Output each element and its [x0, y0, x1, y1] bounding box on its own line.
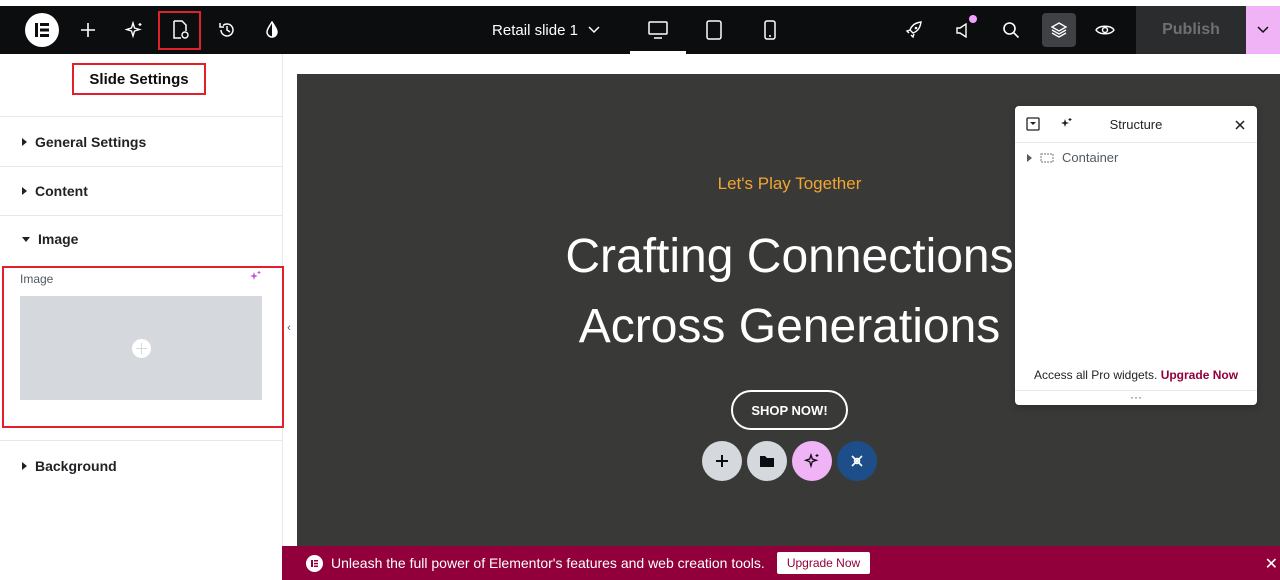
page-settings-highlight — [158, 11, 201, 50]
notification-dot — [969, 15, 977, 23]
ai-sparkle-icon[interactable] — [114, 6, 154, 54]
section-background[interactable]: Background — [0, 440, 283, 490]
rocket-icon[interactable] — [894, 6, 934, 54]
section-content[interactable]: Content — [0, 166, 283, 215]
section-label: Content — [35, 183, 88, 199]
structure-item-container[interactable]: Container — [1027, 150, 1118, 165]
publish-button[interactable]: Publish — [1136, 6, 1246, 54]
upgrade-banner: Unleash the full power of Elementor's fe… — [282, 546, 1280, 580]
folder-icon[interactable] — [747, 441, 787, 481]
close-icon[interactable]: ✕ — [1265, 554, 1278, 574]
publish-chevron-icon[interactable] — [1246, 6, 1280, 54]
add-icon[interactable] — [68, 6, 108, 54]
whats-new-icon[interactable] — [943, 6, 983, 54]
elementor-logo-icon[interactable] — [25, 13, 59, 47]
section-general-settings[interactable]: General Settings — [0, 116, 283, 166]
add-section-icon[interactable] — [702, 441, 742, 481]
caret-right-icon — [22, 187, 27, 195]
template-kit-icon[interactable] — [837, 441, 877, 481]
caret-right-icon — [22, 137, 27, 146]
preview-eye-icon[interactable] — [1085, 6, 1125, 54]
caret-right-icon — [22, 461, 27, 470]
banner-text: Unleash the full power of Elementor's fe… — [331, 555, 765, 571]
close-icon[interactable] — [1234, 118, 1246, 136]
structure-item-label: Container — [1062, 150, 1119, 165]
dropdown-toggle-icon[interactable] — [1026, 117, 1040, 136]
editor-top-bar: Retail slide 1 Publish — [0, 6, 1280, 54]
section-label: General Settings — [35, 133, 147, 150]
banner-upgrade-button[interactable]: Upgrade Now — [776, 552, 871, 574]
elementor-logo-icon — [306, 554, 323, 572]
section-image[interactable]: Image — [0, 215, 283, 262]
search-icon[interactable] — [991, 6, 1031, 54]
add-image-icon — [131, 338, 151, 358]
pro-widgets-text: Access all Pro widgets. — [1033, 368, 1158, 382]
document-title: Retail slide 1 — [492, 21, 578, 39]
image-control-label: Image — [20, 272, 54, 286]
structure-layers-icon[interactable] — [1039, 6, 1079, 54]
container-icon — [1040, 152, 1054, 163]
image-upload-placeholder[interactable] — [20, 296, 262, 400]
tablet-icon[interactable] — [686, 6, 742, 54]
site-settings-icon[interactable] — [252, 6, 292, 54]
desktop-icon[interactable] — [630, 6, 686, 54]
mobile-icon[interactable] — [742, 6, 798, 54]
caret-right-icon — [1027, 153, 1032, 162]
ai-sparkle-icon[interactable] — [792, 441, 832, 481]
history-icon[interactable] — [207, 6, 247, 54]
panel-title: Slide Settings — [72, 63, 206, 95]
shop-now-button[interactable]: SHOP NOW! — [731, 390, 848, 430]
section-label: Background — [35, 457, 117, 474]
structure-title: Structure — [1109, 117, 1163, 132]
structure-footer: Access all Pro widgets. Upgrade Now — [1015, 368, 1257, 382]
collapse-panel-icon[interactable]: ‹ — [284, 318, 294, 338]
resize-handle[interactable]: ··· — [1015, 390, 1257, 403]
document-title-dropdown[interactable]: Retail slide 1 — [476, 6, 616, 54]
ai-sparkle-icon[interactable] — [1059, 117, 1073, 136]
ai-sparkle-icon[interactable] — [249, 271, 261, 286]
chevron-down-icon — [588, 26, 600, 34]
section-label: Image — [38, 231, 79, 247]
upgrade-now-link[interactable]: Upgrade Now — [1161, 368, 1238, 382]
caret-down-icon — [22, 236, 30, 242]
structure-panel: Structure Container Access all Pro widge… — [1015, 106, 1257, 405]
